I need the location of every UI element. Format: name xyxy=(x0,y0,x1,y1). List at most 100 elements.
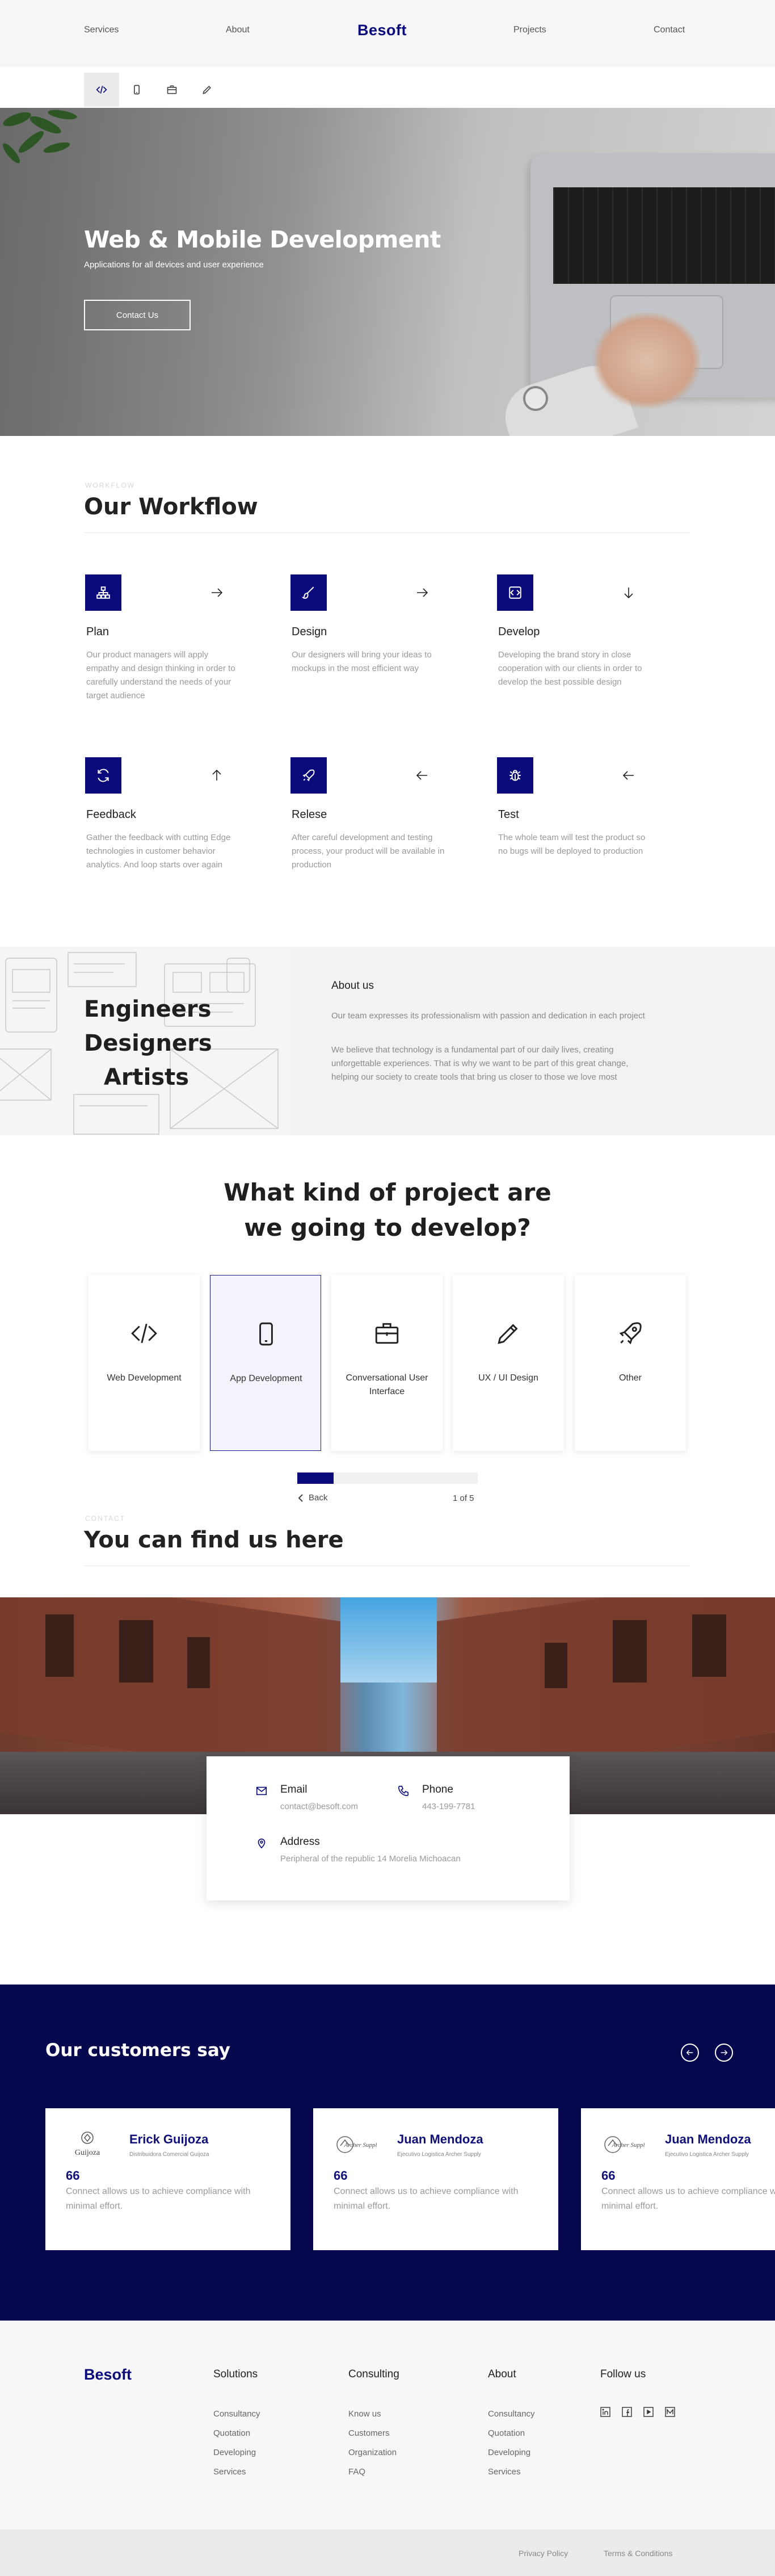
tab-code[interactable] xyxy=(84,73,119,107)
briefcase-icon xyxy=(375,1323,399,1344)
footer-link[interactable]: Customers xyxy=(348,2424,399,2443)
workflow-step-title: Relese xyxy=(292,808,327,821)
footer: Besoft Solutions Consultancy Quotation D… xyxy=(0,2321,775,2529)
facebook-icon[interactable] xyxy=(622,2407,632,2417)
arrow-left-icon xyxy=(416,771,427,780)
customer-role: Ejecutivo Logistica Archer Supply xyxy=(665,2151,749,2158)
workflow-step-desc: Developing the brand story in close coop… xyxy=(498,650,642,687)
footer-brand-logo[interactable]: Besoft xyxy=(84,2366,132,2384)
paintbrush-icon xyxy=(301,586,314,599)
testimonial-text: Connect allows us to achieve compliance … xyxy=(66,2187,251,2211)
customer-name: Juan Mendoza xyxy=(665,2132,751,2146)
footer-link[interactable]: Consultancy xyxy=(488,2405,535,2424)
carousel-prev-button[interactable] xyxy=(681,2044,699,2062)
map-pin-icon xyxy=(258,1838,266,1849)
testimonial-text: Connect allows us to achieve compliance … xyxy=(601,2187,775,2211)
workflow-step-desc: Gather the feedback with cutting Edge te… xyxy=(86,833,231,870)
testimonial-card: Guijoza Erick Guijoza Distribuidora Come… xyxy=(45,2108,290,2250)
about-us-section: About us Our team expresses its professi… xyxy=(290,947,775,1135)
footer-link[interactable]: FAQ xyxy=(348,2462,399,2482)
testimonial-text: Connect allows us to achieve compliance … xyxy=(334,2187,519,2211)
footer-column-title: Solutions xyxy=(213,2368,258,2380)
nav-link-services[interactable]: Services xyxy=(84,25,119,35)
sitemap-icon xyxy=(96,586,110,599)
contact-label: Email xyxy=(280,1784,308,1795)
step-counter: 1 of 5 xyxy=(453,1493,474,1503)
about-word: Engineers xyxy=(84,996,212,1022)
social-links xyxy=(600,2407,675,2417)
footer-link[interactable]: Services xyxy=(488,2462,535,2482)
findus-kicker: CONTACT xyxy=(85,1514,126,1522)
nav-link-contact[interactable]: Contact xyxy=(654,25,685,35)
email-link[interactable]: contact@besoft.com xyxy=(280,1802,358,1811)
contact-label: Phone xyxy=(422,1784,453,1795)
footer-link[interactable]: Consultancy xyxy=(213,2405,260,2424)
project-option-app[interactable]: App Development xyxy=(210,1275,321,1451)
company-logo-image: Archer Supply xyxy=(604,2136,645,2153)
contact-us-button[interactable]: Contact Us xyxy=(84,300,191,330)
mail-icon xyxy=(256,1786,267,1795)
medium-icon[interactable] xyxy=(665,2407,675,2417)
bug-icon xyxy=(509,770,521,781)
about-word: Artists xyxy=(103,1064,189,1090)
top-navigation: Services About Besoft Projects Contact xyxy=(0,0,775,67)
testimonials-title: Our customers say xyxy=(45,2040,230,2061)
workflow-step-title: Plan xyxy=(86,626,109,638)
footer-link[interactable]: Know us xyxy=(348,2405,399,2424)
workflow-title: Our Workflow xyxy=(84,494,258,520)
project-option-label: Conversational User Interface xyxy=(346,1373,428,1396)
arrow-right-icon xyxy=(417,588,428,597)
footer-link[interactable]: Developing xyxy=(213,2443,260,2462)
contact-info-card: Email contact@besoft.com Phone 443-199-7… xyxy=(207,1756,570,1900)
footer-link[interactable]: Developing xyxy=(488,2443,535,2462)
footer-bottom-bar: Privacy Policy Terms & Conditions xyxy=(0,2529,775,2576)
svg-text:Archer Supply: Archer Supply xyxy=(344,2142,377,2149)
quote-icon: 66 xyxy=(66,2168,80,2183)
phone-link[interactable]: 443-199-7781 xyxy=(422,1802,475,1811)
brand-logo[interactable]: Besoft xyxy=(357,22,407,39)
rocket-icon xyxy=(302,769,315,782)
step-progress-bar xyxy=(297,1472,478,1484)
arrow-left-icon xyxy=(622,771,634,780)
footer-column-solutions: Solutions Consultancy Quotation Developi… xyxy=(213,2368,260,2482)
footer-link[interactable]: Quotation xyxy=(488,2424,535,2443)
mobile-icon xyxy=(259,1322,273,1346)
quote-icon: 66 xyxy=(601,2168,616,2183)
nav-link-projects[interactable]: Projects xyxy=(513,25,546,35)
footer-link[interactable]: Organization xyxy=(348,2443,399,2462)
workflow-step-desc: After careful development and testing pr… xyxy=(292,833,445,870)
pen-icon xyxy=(498,1324,518,1344)
project-option-web[interactable]: Web Development xyxy=(89,1275,200,1451)
workflow-step-test: Test The whole team will test the produc… xyxy=(497,757,667,905)
arrow-right-icon xyxy=(212,588,223,597)
project-option-conversational[interactable]: Conversational User Interface xyxy=(331,1275,443,1451)
briefcase-icon xyxy=(167,85,177,94)
about-word: Designers xyxy=(84,1030,212,1056)
terms-link[interactable]: Terms & Conditions xyxy=(604,2549,672,2558)
tab-pen[interactable] xyxy=(189,73,225,107)
linkedin-icon[interactable] xyxy=(600,2407,610,2417)
project-option-label: App Development xyxy=(230,1374,302,1383)
svg-text:Guijoza: Guijoza xyxy=(75,2149,100,2157)
testimonials-section: Our customers say Guijoza Erick Guijoza … xyxy=(0,1985,775,2321)
privacy-policy-link[interactable]: Privacy Policy xyxy=(519,2549,568,2558)
nav-link-about[interactable]: About xyxy=(226,25,250,35)
hero-title: Web & Mobile Development xyxy=(84,226,441,253)
project-option-other[interactable]: Other xyxy=(575,1275,686,1451)
workflow-step-title: Design xyxy=(292,626,327,638)
workflow-step-title: Develop xyxy=(498,626,540,638)
back-button[interactable]: Back xyxy=(297,1493,327,1503)
tab-briefcase[interactable] xyxy=(154,73,189,107)
footer-column-title: About xyxy=(488,2368,516,2380)
footer-column-title: Consulting xyxy=(348,2368,399,2380)
carousel-next-button[interactable] xyxy=(715,2044,733,2062)
code-icon xyxy=(509,586,521,599)
footer-link[interactable]: Quotation xyxy=(213,2424,260,2443)
workflow-step-desc: Our product managers will apply empathy … xyxy=(86,650,235,700)
tab-mobile[interactable] xyxy=(119,73,154,107)
address-value: Peripheral of the republic 14 Morelia Mi… xyxy=(280,1854,461,1864)
youtube-icon[interactable] xyxy=(643,2407,654,2417)
project-option-uxui[interactable]: UX / UI Design xyxy=(453,1275,564,1451)
footer-link[interactable]: Services xyxy=(213,2462,260,2482)
arrow-up-icon xyxy=(212,769,221,781)
